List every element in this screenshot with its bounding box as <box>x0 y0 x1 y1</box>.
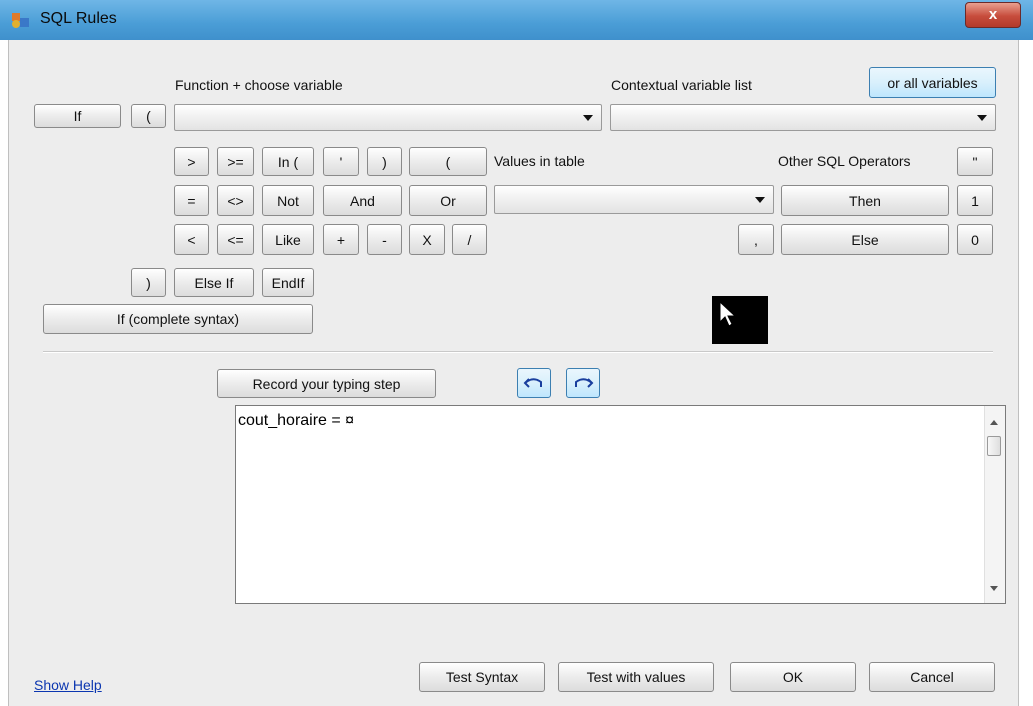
scroll-up-icon[interactable] <box>990 420 998 425</box>
close-paren-2-button[interactable]: ) <box>131 268 166 297</box>
open-paren-wide-button[interactable]: ( <box>409 147 487 176</box>
lte-button[interactable]: <= <box>217 224 254 255</box>
then-button[interactable]: Then <box>781 185 949 216</box>
double-quote-button[interactable]: " <box>957 147 993 176</box>
gte-button[interactable]: >= <box>217 147 254 176</box>
multiply-button[interactable]: X <box>409 224 445 255</box>
comma-button[interactable]: , <box>738 224 774 255</box>
minus-button[interactable]: - <box>367 224 402 255</box>
in-button[interactable]: In ( <box>262 147 314 176</box>
separator <box>43 351 993 353</box>
like-button[interactable]: Like <box>262 224 314 255</box>
values-in-table-label: Values in table <box>494 153 585 169</box>
zero-button[interactable]: 0 <box>957 224 993 255</box>
mouse-pointer-icon <box>719 300 737 327</box>
or-button[interactable]: Or <box>409 185 487 216</box>
function-combo[interactable] <box>174 104 602 131</box>
else-if-button[interactable]: Else If <box>174 268 254 297</box>
chevron-down-icon <box>977 114 987 121</box>
cancel-button[interactable]: Cancel <box>869 662 995 692</box>
quote-button[interactable]: ' <box>323 147 359 176</box>
scroll-down-icon[interactable] <box>990 586 998 591</box>
undo-button[interactable] <box>517 368 551 398</box>
window-title: SQL Rules <box>40 10 117 27</box>
cursor-preview <box>712 296 768 344</box>
editor-scrollbar[interactable] <box>984 406 1005 603</box>
scroll-thumb[interactable] <box>987 436 1001 456</box>
close-paren-button[interactable]: ) <box>367 147 402 176</box>
chevron-down-icon <box>755 196 765 203</box>
sql-editor[interactable]: cout_horaire = ¤ <box>235 405 1006 604</box>
test-with-values-button[interactable]: Test with values <box>558 662 714 692</box>
function-label: Function + choose variable <box>175 77 343 93</box>
not-button[interactable]: Not <box>262 185 314 216</box>
undo-icon <box>523 378 542 388</box>
close-button[interactable]: x <box>965 2 1021 28</box>
all-variables-button[interactable]: or all variables <box>869 67 996 98</box>
other-sql-operators-label: Other SQL Operators <box>778 153 911 169</box>
if-button[interactable]: If <box>34 104 121 128</box>
ok-button[interactable]: OK <box>730 662 856 692</box>
title-bar: SQL Rules x <box>0 0 1033 40</box>
app-icon <box>12 13 29 28</box>
and-button[interactable]: And <box>323 185 402 216</box>
test-syntax-button[interactable]: Test Syntax <box>419 662 545 692</box>
dialog-body: Function + choose variable Contextual va… <box>8 40 1019 706</box>
redo-icon <box>575 378 594 388</box>
contextual-list-label: Contextual variable list <box>611 77 752 93</box>
chevron-down-icon <box>583 114 593 121</box>
gt-button[interactable]: > <box>174 147 209 176</box>
values-table-combo[interactable] <box>494 185 774 214</box>
one-button[interactable]: 1 <box>957 185 993 216</box>
redo-button[interactable] <box>566 368 600 398</box>
plus-button[interactable]: + <box>323 224 359 255</box>
show-help-link[interactable]: Show Help <box>34 677 102 693</box>
if-complete-syntax-button[interactable]: If (complete syntax) <box>43 304 313 334</box>
neq-button[interactable]: <> <box>217 185 254 216</box>
else-button[interactable]: Else <box>781 224 949 255</box>
record-typing-button[interactable]: Record your typing step <box>217 369 436 398</box>
sql-editor-text: cout_horaire = ¤ <box>238 412 355 429</box>
lt-button[interactable]: < <box>174 224 209 255</box>
open-paren-button[interactable]: ( <box>131 104 166 128</box>
contextual-combo[interactable] <box>610 104 996 131</box>
divide-button[interactable]: / <box>452 224 487 255</box>
eq-button[interactable]: = <box>174 185 209 216</box>
endif-button[interactable]: EndIf <box>262 268 314 297</box>
